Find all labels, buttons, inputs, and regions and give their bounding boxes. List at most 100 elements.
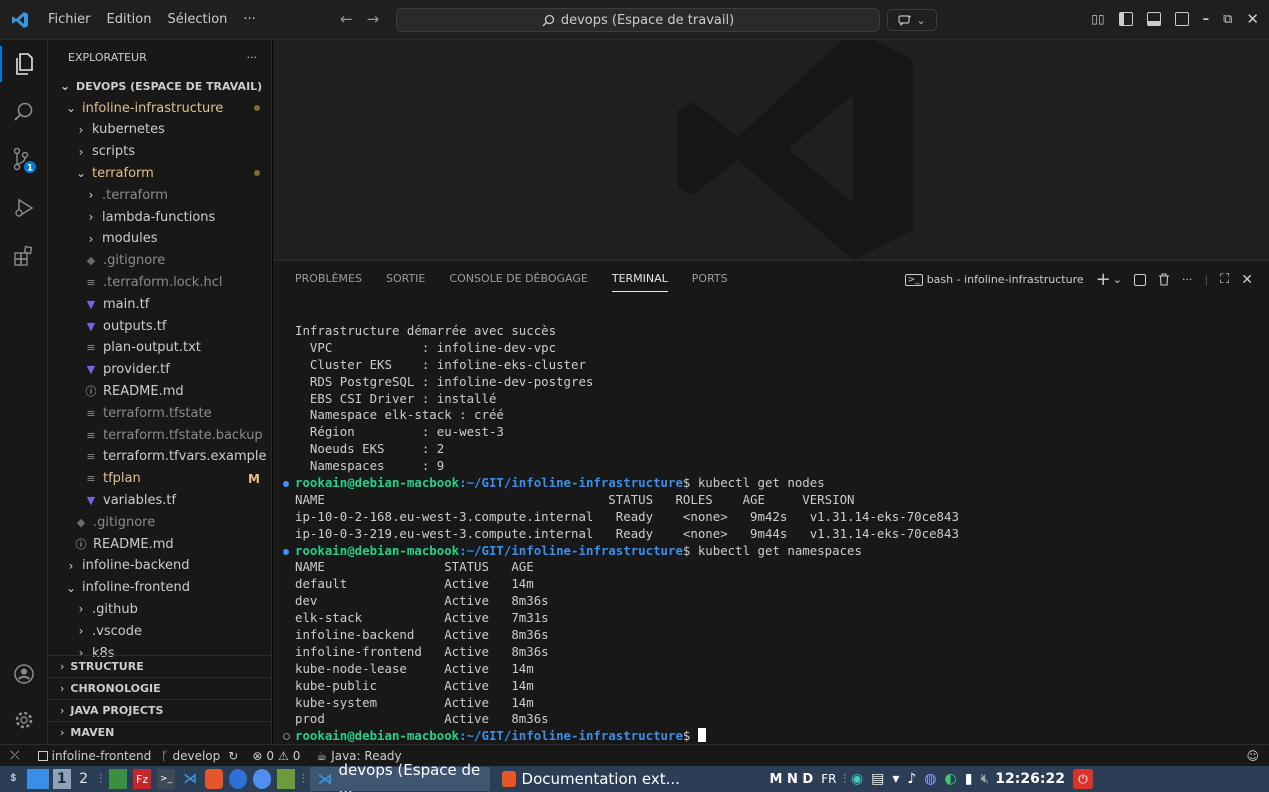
- tray-app-icon[interactable]: ◉: [851, 771, 863, 787]
- tray-clipboard-icon[interactable]: ▤: [871, 771, 884, 787]
- tree-item[interactable]: ⌄ infoline-frontend: [48, 577, 271, 599]
- section-header[interactable]: › JAVA PROJECTS: [48, 699, 271, 721]
- tree-item[interactable]: ◆ .gitignore: [48, 511, 271, 533]
- workspace-2[interactable]: 2: [75, 769, 93, 789]
- wifi-icon[interactable]: ▾: [892, 771, 899, 787]
- volume-muted-icon[interactable]: 🔇︎: [980, 771, 989, 787]
- minimize-icon[interactable]: –: [1203, 12, 1210, 27]
- more-actions-icon[interactable]: ···: [247, 51, 258, 64]
- chevron-down-icon[interactable]: ⌄: [1113, 273, 1122, 286]
- command-decoration-icon[interactable]: [283, 548, 289, 555]
- tree-item[interactable]: › infoline-backend: [48, 555, 271, 577]
- forward-arrow-icon[interactable]: →: [367, 10, 380, 28]
- tab-terminal[interactable]: TERMINAL: [611, 272, 668, 292]
- files-app-icon[interactable]: [109, 769, 128, 789]
- terminal-name[interactable]: bash - infoline-infrastructure: [927, 273, 1084, 286]
- tree-item[interactable]: ⌄ terraform: [48, 162, 271, 184]
- section-header[interactable]: › STRUCTURE: [48, 655, 271, 677]
- workspace-1[interactable]: 1: [52, 769, 71, 789]
- git-branch-status[interactable]: ᚴ develop ↻: [161, 749, 238, 763]
- filezilla-icon[interactable]: Fz: [133, 769, 152, 789]
- tree-item[interactable]: › modules: [48, 228, 271, 250]
- tree-item[interactable]: › .vscode: [48, 620, 271, 642]
- customize-layout-icon[interactable]: ▯▯: [1091, 12, 1104, 26]
- copilot-button[interactable]: ⌄: [887, 9, 937, 31]
- toggle-secondary-sidebar-icon[interactable]: [1174, 12, 1189, 26]
- minecraft-app-icon[interactable]: [277, 769, 296, 789]
- source-control-icon[interactable]: 1: [10, 146, 38, 174]
- explorer-icon[interactable]: [10, 50, 38, 78]
- tree-item[interactable]: ≡ .terraform.lock.hcl: [48, 271, 271, 293]
- tree-item[interactable]: › kubernetes: [48, 119, 271, 141]
- notification-bell-icon[interactable]: ♪: [907, 771, 916, 787]
- toggle-panel-icon[interactable]: [1146, 12, 1161, 26]
- tree-item[interactable]: ⓘ README.md: [48, 533, 271, 555]
- problems-status[interactable]: ⊗ 0 ⚠ 0: [252, 749, 300, 763]
- toggle-sidebar-icon[interactable]: [1118, 12, 1133, 26]
- workspace-folder-status[interactable]: infoline-frontend: [37, 749, 151, 763]
- show-desktop-icon[interactable]: [26, 769, 49, 789]
- discord-tray-icon[interactable]: ◍: [924, 771, 936, 787]
- sync-icon[interactable]: ↻: [228, 749, 238, 763]
- terminal-output[interactable]: Infrastructure démarrée avec succès VPC …: [283, 323, 959, 745]
- tree-item[interactable]: › .github: [48, 598, 271, 620]
- tree-item[interactable]: ⓘ README.md: [48, 380, 271, 402]
- menu-more[interactable]: ···: [235, 12, 263, 27]
- power-icon[interactable]: ⏻: [1072, 769, 1093, 789]
- taskbar-window-vscode[interactable]: ⋊ devops (Espace de ...: [309, 761, 490, 792]
- tree-item[interactable]: ▼ main.tf: [48, 293, 271, 315]
- tree-item[interactable]: ≡ plan-output.txt: [48, 337, 271, 359]
- new-terminal-icon[interactable]: +: [1096, 269, 1111, 290]
- close-icon[interactable]: ✕: [1246, 10, 1259, 28]
- vscode-logo-icon[interactable]: [0, 0, 40, 40]
- extensions-icon[interactable]: [10, 242, 38, 270]
- tab-debug-console[interactable]: CONSOLE DE DÉBOGAGE: [449, 272, 587, 285]
- editor-area[interactable]: [273, 40, 1269, 260]
- tab-output[interactable]: SORTIE: [386, 272, 425, 285]
- terminal-app-icon[interactable]: >_: [157, 769, 176, 789]
- tree-item[interactable]: ▼ outputs.tf: [48, 315, 271, 337]
- back-arrow-icon[interactable]: ←: [340, 10, 353, 28]
- workspace-root[interactable]: ⌄ DEVOPS (ESPACE DE TRAVAIL): [48, 75, 271, 97]
- command-decoration-icon[interactable]: [283, 481, 289, 488]
- keyboard-layout[interactable]: FR: [821, 772, 836, 786]
- tree-item[interactable]: ≡ tfplan M: [48, 468, 271, 490]
- tree-item[interactable]: ▼ variables.tf: [48, 489, 271, 511]
- search-icon[interactable]: [10, 98, 38, 126]
- chromium-app-icon[interactable]: [229, 769, 248, 789]
- more-actions-icon[interactable]: ···: [1182, 273, 1193, 286]
- split-terminal-icon[interactable]: [1133, 273, 1146, 286]
- brave-app-icon[interactable]: [205, 769, 224, 789]
- battery-icon[interactable]: ▮: [965, 771, 973, 787]
- clock[interactable]: 12:26:22: [995, 771, 1065, 787]
- section-header[interactable]: › CHRONOLOGIE: [48, 677, 271, 699]
- tree-item[interactable]: › scripts: [48, 141, 271, 163]
- tab-problems[interactable]: PROBLÈMES: [295, 272, 362, 285]
- tree-item[interactable]: ≡ terraform.tfstate: [48, 402, 271, 424]
- command-decoration-icon[interactable]: [283, 733, 290, 741]
- taskbar-window-browser[interactable]: Documentation ext...: [494, 767, 734, 791]
- thunderbird-app-icon[interactable]: [253, 769, 272, 789]
- tree-item[interactable]: ▼ provider.tf: [48, 359, 271, 381]
- maximize-panel-icon[interactable]: ⛶: [1220, 272, 1229, 287]
- command-center-search[interactable]: devops (Espace de travail): [396, 8, 880, 32]
- tab-ports[interactable]: PORTS: [692, 272, 728, 285]
- menu-edition[interactable]: Edition: [99, 12, 160, 27]
- menu-fichier[interactable]: Fichier: [40, 12, 99, 27]
- copilot-status-icon[interactable]: ☺: [1246, 749, 1259, 763]
- close-panel-icon[interactable]: ✕: [1241, 272, 1253, 288]
- account-icon[interactable]: [10, 660, 38, 688]
- run-debug-icon[interactable]: [10, 194, 38, 222]
- tree-item[interactable]: ⌄ infoline-infrastructure: [48, 97, 271, 119]
- tree-item[interactable]: ≡ terraform.tfstate.backup: [48, 424, 271, 446]
- remote-indicator-icon[interactable]: ⤫: [10, 748, 20, 763]
- update-tray-icon[interactable]: ◐: [945, 771, 957, 787]
- tree-item[interactable]: ◆ .gitignore: [48, 250, 271, 272]
- restore-icon[interactable]: ⧉: [1223, 12, 1232, 27]
- app-menu-icon[interactable]: ᙚ: [10, 770, 17, 788]
- section-header[interactable]: › MAVEN: [48, 721, 271, 743]
- trash-icon[interactable]: [1158, 273, 1170, 286]
- vscode-app-icon[interactable]: ⋊: [181, 769, 199, 789]
- settings-gear-icon[interactable]: [10, 706, 38, 734]
- tree-item[interactable]: ≡ terraform.tfvars.example: [48, 446, 271, 468]
